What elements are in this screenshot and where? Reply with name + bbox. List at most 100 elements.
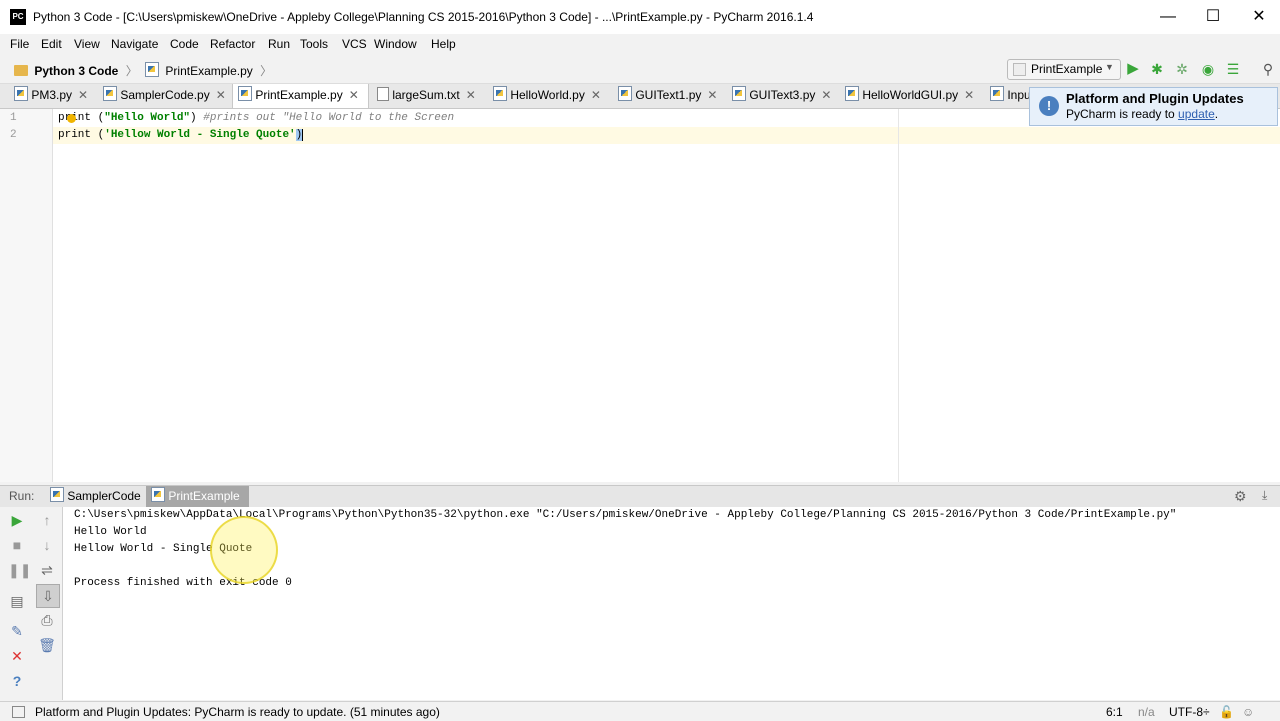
run-configuration-select[interactable]: PrintExample ▼ [1007,59,1121,80]
run-tab-printexample[interactable]: PrintExample [146,486,249,507]
menu-file[interactable]: File [10,37,29,51]
mouse-cursor-highlight [210,516,278,584]
intention-bulb-icon[interactable] [67,114,76,123]
gear-icon[interactable]: ⚙ [1234,488,1247,505]
tab-pm3[interactable]: PM3.py ✕ [9,84,99,107]
notification-suffix: . [1214,107,1219,121]
close-icon[interactable]: ✕ [216,88,226,102]
tab-printexample[interactable]: PrintExample.py ✕ [232,84,369,108]
menu-view[interactable]: View [74,37,100,51]
run-tab-label: SamplerCode [67,489,141,503]
file-encoding[interactable]: UTF-8÷ [1169,705,1210,719]
tab-largesum[interactable]: largeSum.txt ✕ [372,84,487,107]
menu-edit[interactable]: Edit [41,37,62,51]
menu-bar: File Edit View Navigate Code Refactor Ru… [0,34,1280,55]
folder-icon [14,65,28,76]
menu-window[interactable]: Window [374,37,417,51]
help-icon[interactable]: ? [8,672,26,690]
notification-text: PyCharm is ready to [1066,107,1175,121]
maximize-button[interactable]: ☐ [1190,0,1236,34]
lock-icon[interactable]: 🔓 [1219,705,1234,719]
run-toolbar: ▶ ■ ❚❚ ▤ ✎ ✕ ? ↑ ↓ ⇌ ⇩ ⎙ 🗑 [0,507,63,700]
trash-icon[interactable]: 🗑 [38,636,56,654]
close-icon[interactable]: ✕ [707,88,717,102]
tab-label: GUIText3.py [749,88,816,102]
debug-icon[interactable]: ✱ [1148,60,1166,78]
breadcrumb-separator-icon: 〉 [260,64,273,78]
notification-body: PyCharm is ready to update. [1066,107,1218,121]
scroll-to-end-icon[interactable]: ⇩ [36,584,60,608]
close-icon[interactable]: ✕ [78,88,88,102]
tab-label: PrintExample.py [255,88,343,102]
run-coverage-icon[interactable]: ✲ [1173,60,1191,78]
python-file-icon [50,487,64,502]
notification-title: Platform and Plugin Updates [1066,91,1244,106]
run-icon[interactable]: ▶ [1124,60,1142,78]
tab-helloworld[interactable]: HelloWorld.py ✕ [488,84,611,107]
profile-icon[interactable]: ◉ [1199,60,1217,78]
python-file-icon [990,86,1004,101]
tab-helloworldgui[interactable]: HelloWorldGUI.py ✕ [840,84,980,107]
up-arrow-icon[interactable]: ↑ [38,511,56,529]
restore-layout-icon[interactable]: ▤ [8,592,26,610]
python-file-icon [103,86,117,101]
code-string: 'Hellow World - Single Quote' [104,129,296,141]
close-icon[interactable]: ✕ [466,88,476,102]
tab-label: Inpu [1007,88,1031,102]
line-number-gutter: 1 2 [0,109,53,482]
breadcrumb-separator-icon: 〉 [125,64,138,78]
tool-windows-icon[interactable] [12,706,25,718]
tab-samplercode[interactable]: SamplerCode.py ✕ [98,84,233,107]
menu-tools[interactable]: Tools [300,37,328,51]
close-icon[interactable]: ✕ [821,88,831,102]
pin-icon[interactable]: ✎ [8,622,26,640]
python-file-icon [493,86,507,101]
breadcrumb-file[interactable]: PrintExample.py [165,64,252,78]
status-bar: Platform and Plugin Updates: PyCharm is … [0,701,1280,721]
breadcrumb: Python 3 Code 〉 PrintExample.py 〉 [14,62,272,79]
menu-navigate[interactable]: Navigate [111,37,158,51]
tab-guitext1[interactable]: GUIText1.py ✕ [613,84,723,107]
rerun-icon[interactable]: ▶ [8,511,26,529]
menu-code[interactable]: Code [170,37,199,51]
menu-refactor[interactable]: Refactor [210,37,255,51]
concurrency-icon[interactable]: ☰ [1224,60,1242,78]
soft-wrap-icon[interactable]: ⇌ [38,561,56,579]
minimize-button[interactable]: — [1145,0,1191,34]
inspector-icon[interactable]: ☺ [1242,705,1254,719]
line-separator: n/a [1138,705,1155,719]
python-file-icon [145,62,160,77]
code-lines: print ("Hello World") #prints out "Hello… [53,112,893,152]
print-icon[interactable]: ⎙ [38,611,56,629]
hide-panel-icon[interactable]: ⤓ [1262,488,1267,503]
update-notification[interactable]: ! Platform and Plugin Updates PyCharm is… [1029,87,1278,126]
code-editor[interactable] [53,109,1280,482]
close-icon[interactable]: ✕ [964,88,974,102]
code-string: "Hello World" [104,112,191,124]
python-file-icon [845,86,859,101]
breadcrumb-project[interactable]: Python 3 Code [34,64,118,78]
close-button[interactable]: ✕ [1236,0,1280,34]
search-icon[interactable]: ⚲ [1259,60,1277,78]
close-icon[interactable]: ✕ [591,88,601,102]
right-margin-guide [898,109,899,482]
tab-label: GUIText1.py [635,88,702,102]
tab-guitext3[interactable]: GUIText3.py ✕ [727,84,837,107]
status-message[interactable]: Platform and Plugin Updates: PyCharm is … [35,705,440,719]
down-arrow-icon[interactable]: ↓ [38,536,56,554]
close-icon[interactable]: ✕ [349,88,359,102]
run-tab-samplercode[interactable]: SamplerCode [45,486,150,507]
menu-help[interactable]: Help [431,37,456,51]
update-link[interactable]: update [1178,107,1215,121]
pause-icon[interactable]: ❚❚ [8,561,31,579]
menu-vcs[interactable]: VCS [342,37,367,51]
code-line-1[interactable]: print ("Hello World") #prints out "Hello… [58,112,454,124]
python-file-icon [14,86,28,101]
code-line-2[interactable]: print ('Hellow World - Single Quote') [58,129,304,141]
close-icon[interactable]: ✕ [8,647,26,665]
code-token: ) [190,112,197,124]
stop-icon[interactable]: ■ [8,536,26,554]
run-tab-label: PrintExample [168,489,240,503]
menu-run[interactable]: Run [268,37,290,51]
caret-position[interactable]: 6:1 [1106,705,1123,719]
